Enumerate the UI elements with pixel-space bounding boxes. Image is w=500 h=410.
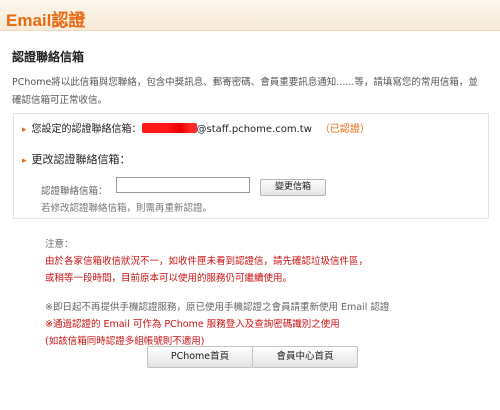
note-line-4: ※通過認證的 Email 可作為 PChome 服務登入及查詢密碼識別之使用 — [45, 319, 340, 330]
email-field-label: 認證聯絡信箱： — [41, 186, 108, 197]
page-header: Email認證 — [0, 0, 500, 31]
verified-status-badge: （已認證） — [319, 124, 370, 135]
change-email-title-text: 更改認證聯絡信箱： — [31, 153, 131, 166]
note-line-3: ※即日起不再提供手機認證服務，原已使用手機認證之會員請重新使用 Email 認證 — [45, 302, 390, 313]
intro-line-1: PChome將以此信箱與您聯絡，包含中獎訊息、郵寄密碼、會員重要訊息通知....… — [12, 77, 478, 88]
arrow-bullet-icon: ▸ — [22, 156, 27, 166]
email-settings-box: ▸ 您設定的認證聯絡信箱： @staff.pchome.com.tw （已認證） ▸ 更… — [13, 113, 489, 219]
arrow-bullet-icon: ▸ — [22, 125, 27, 135]
email-field[interactable] — [116, 177, 250, 193]
change-email-title: ▸ 更改認證聯絡信箱： — [22, 151, 131, 167]
note-line-2: 或稍等一段時間，目前原本可以使用的服務仍可繼續使用。 — [45, 273, 293, 284]
current-email-domain: @staff.pchome.com.tw — [196, 124, 312, 135]
redacted-email-username — [141, 123, 197, 133]
current-email-label: 您設定的認證聯絡信箱： — [31, 124, 142, 135]
section-title: 認證聯絡信箱 — [12, 50, 85, 64]
intro-text: PChome將以此信箱與您聯絡，包含中獎訊息、郵寄密碼、會員重要訊息通知....… — [12, 74, 494, 110]
change-email-hint: 若修改認證聯絡信箱，則需再重新認證。 — [41, 203, 213, 214]
intro-line-2: 確認信箱可正常收信。 — [12, 95, 108, 106]
pchome-home-button[interactable]: PChome首頁 — [147, 346, 253, 368]
member-center-button[interactable]: 會員中心首頁 — [252, 346, 358, 368]
notes-label: 注意： — [45, 239, 74, 250]
page-title: Email認證 — [6, 11, 86, 30]
change-email-button[interactable]: 變更信箱 — [260, 179, 326, 196]
note-line-1: 由於各家信箱收信狀況不一，如收件匣未看到認證信，請先確認垃圾信件區， — [45, 256, 369, 267]
notes-section: 注意： 由於各家信箱收信狀況不一，如收件匣未看到認證信，請先確認垃圾信件區， 或… — [45, 236, 389, 350]
current-email-row: ▸ 您設定的認證聯絡信箱： @staff.pchome.com.tw （已認證） — [22, 120, 370, 135]
